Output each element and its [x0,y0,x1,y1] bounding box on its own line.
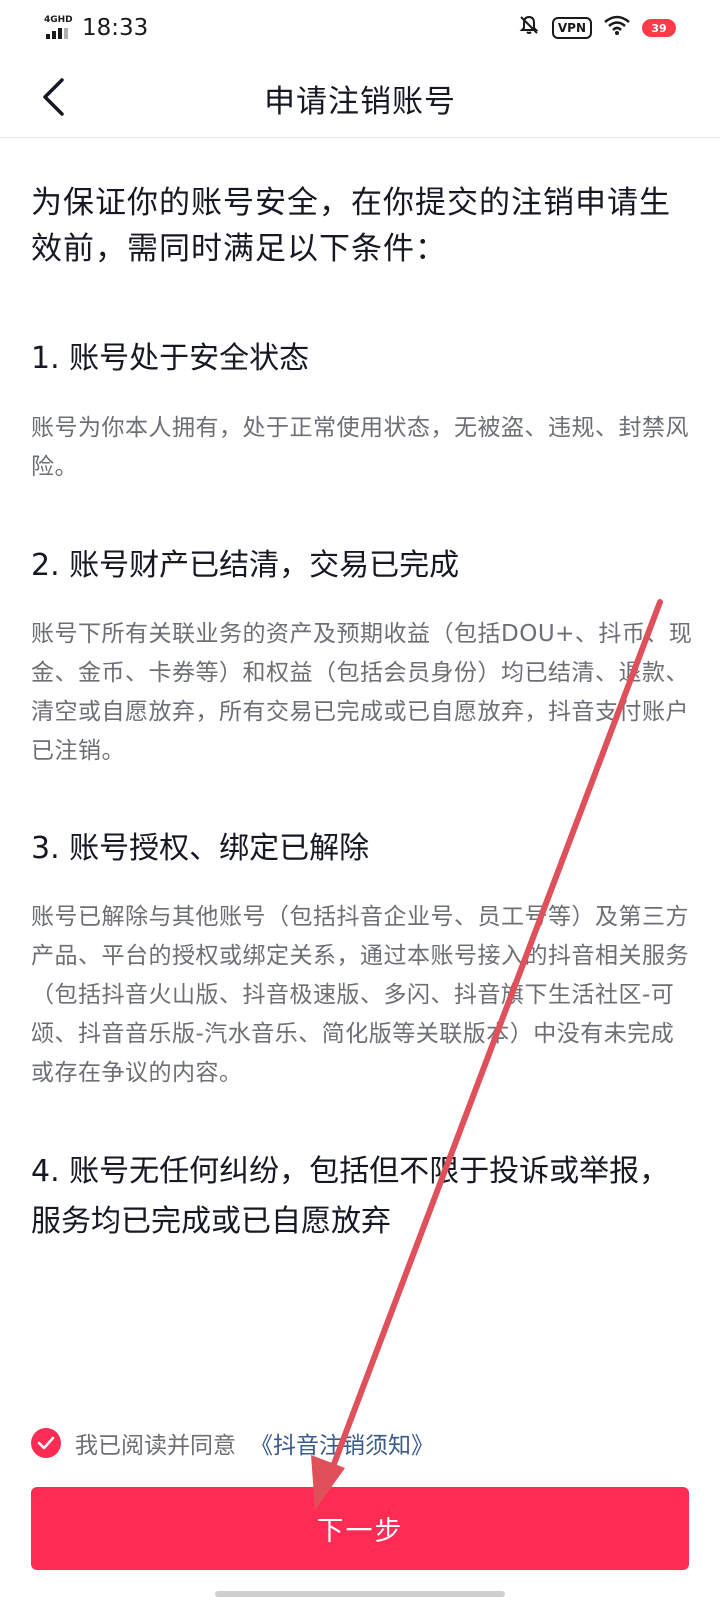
agreement-text: 我已阅读并同意 [75,1433,236,1459]
network-type: 4GHD [44,15,73,25]
condition-3-title: 3. 账号授权、绑定已解除 [31,831,370,866]
checkmark-icon [37,1436,55,1450]
agreement-checkbox[interactable] [31,1428,61,1458]
battery-indicator: 39 [642,19,676,37]
condition-1-desc: 账号为你本人拥有，处于正常使用状态，无被盗、违规、封禁风险。 [31,415,689,480]
screen: 4GHD 18:33 VPN 39 申请注销账号 为保证你的账号安全，在你提交的… [0,0,720,1600]
intro-text: 为保证你的账号安全，在你提交的注销申请生效前，需同时满足以下条件： [31,185,671,267]
nav-header: 申请注销账号 [0,56,720,138]
page-title: 申请注销账号 [264,84,456,120]
agreement-row: 我已阅读并同意 《抖音注销须知》 [31,1426,434,1460]
status-right: VPN 39 [518,14,676,42]
status-bar: 4GHD 18:33 VPN 39 [0,0,720,56]
condition-1-title: 1. 账号处于安全状态 [31,341,310,376]
vpn-badge: VPN [551,17,592,39]
next-step-button[interactable]: 下一步 [31,1487,689,1570]
wifi-icon [604,15,630,41]
status-time: 18:33 [82,15,149,41]
status-left: 4GHD 18:33 [44,15,148,41]
condition-3-desc: 账号已解除与其他账号（包括抖音企业号、员工号等）及第三方产品、平台的授权或绑定关… [31,904,689,1086]
conditions-content: 为保证你的账号安全，在你提交的注销申请生效前，需同时满足以下条件： 1. 账号处… [31,180,696,1239]
home-indicator[interactable] [215,1591,505,1597]
condition-2-title: 2. 账号财产已结清，交易已完成 [31,548,460,583]
condition-2-desc: 账号下所有关联业务的资产及预期收益（包括DOU+、抖币、现金、金币、卡券等）和权… [31,621,693,764]
cellular-signal-icon: 4GHD [44,15,74,41]
agreement-link[interactable]: 《抖音注销须知》 [250,1426,434,1460]
bell-off-icon [518,14,540,42]
condition-4-title: 4. 账号无任何纠纷，包括但不限于投诉或举报，服务均已完成或已自愿放弃 [31,1154,670,1239]
